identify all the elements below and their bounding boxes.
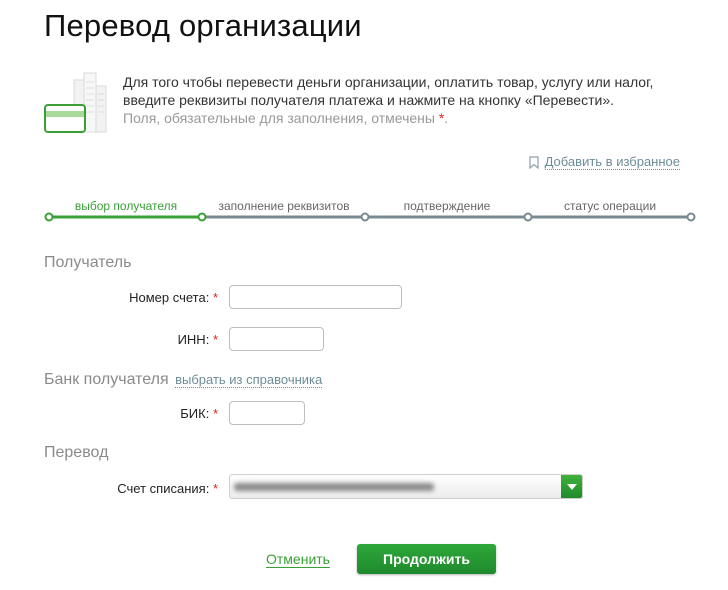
add-to-favorites-label[interactable]: Добавить в избранное xyxy=(544,154,680,170)
debit-account-select[interactable] xyxy=(229,474,583,499)
account-number-label: Номер счета: * xyxy=(129,290,218,305)
step-details: заполнение реквизитов xyxy=(218,199,350,213)
section-transfer-title: Перевод xyxy=(44,444,109,461)
inn-input[interactable] xyxy=(229,327,324,351)
cancel-link[interactable]: Отменить xyxy=(266,551,330,568)
debit-account-value-redacted xyxy=(234,480,449,494)
section-bank-title: Банк получателя выбрать из справочника xyxy=(44,371,323,388)
progress-steps: выбор получателя заполнение реквизитов п… xyxy=(44,196,696,226)
step-dot-start xyxy=(44,212,54,222)
debit-account-label: Счет списания: * xyxy=(117,481,218,496)
inn-label: ИНН: * xyxy=(177,332,218,347)
intro-line-1: Для того чтобы перевести деньги организа… xyxy=(123,74,654,90)
section-recipient-title: Получатель xyxy=(44,254,132,271)
bik-label: БИК: * xyxy=(180,406,218,421)
step-dot-end xyxy=(686,212,696,222)
add-to-favorites[interactable]: Добавить в избранное xyxy=(529,154,680,170)
bik-input[interactable] xyxy=(229,401,305,425)
required-hint: Поля, обязательные для заполнения, отмеч… xyxy=(123,110,435,126)
page-title: Перевод организации xyxy=(44,8,362,43)
intro-text: Для того чтобы перевести деньги организа… xyxy=(123,73,703,127)
continue-button[interactable]: Продолжить xyxy=(357,544,496,574)
bookmark-icon xyxy=(529,155,539,169)
account-number-input[interactable] xyxy=(229,285,402,309)
step-status: статус операции xyxy=(563,199,657,213)
card-and-buildings-icon xyxy=(44,72,107,133)
chevron-down-icon[interactable] xyxy=(561,475,582,498)
step-dot-3 xyxy=(523,212,533,222)
step-dot-2 xyxy=(360,212,370,222)
intro-line-2: введите реквизиты получателя платежа и н… xyxy=(123,92,614,108)
step-confirm: подтверждение xyxy=(403,199,491,213)
step-recipient: выбор получателя xyxy=(74,199,178,213)
step-dot-1 xyxy=(197,212,207,222)
choose-from-directory-link[interactable]: выбрать из справочника xyxy=(175,372,323,388)
